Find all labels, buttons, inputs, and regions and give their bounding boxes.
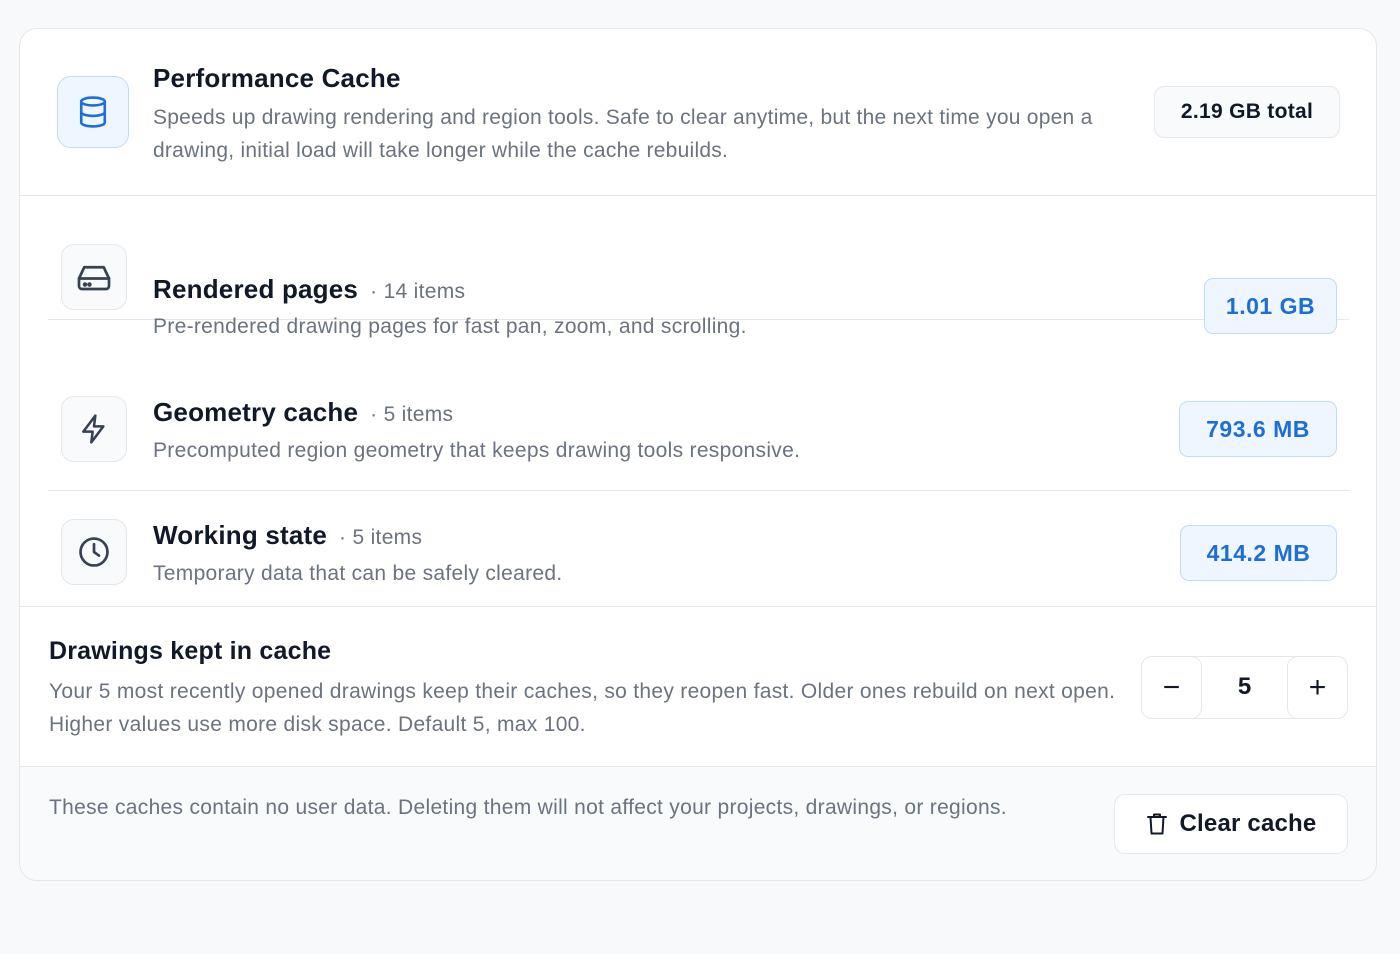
clock-icon <box>61 519 127 585</box>
cache-item-size-badge: 414.2 MB <box>1180 525 1337 581</box>
cache-item-count: · 5 items <box>339 526 423 549</box>
trash-icon <box>1146 812 1168 836</box>
clear-cache-label: Clear cache <box>1179 810 1317 837</box>
section-description: Your 5 most recently opened drawings kee… <box>49 680 1116 736</box>
total-size-badge: 2.19 GB total <box>1154 86 1340 138</box>
cache-item-description: Pre-rendered drawing pages for fast pan,… <box>153 315 747 338</box>
cache-item-size-badge: 793.6 MB <box>1179 401 1337 457</box>
database-icon <box>57 76 129 148</box>
cache-item-name: Geometry cache <box>153 397 359 427</box>
stepper-value[interactable]: 5 <box>1202 657 1287 717</box>
hard-drive-icon <box>61 244 127 310</box>
lightning-icon <box>61 396 127 462</box>
clear-cache-button[interactable]: Clear cache <box>1114 794 1348 854</box>
cache-item-rendered-pages: Rendered pages · 14 items Pre-rendered dr… <box>48 197 1349 338</box>
cache-item-count: · 5 items <box>370 403 454 426</box>
increment-button[interactable]: + <box>1287 656 1348 719</box>
cache-item-working-state: Working state · 5 items Temporary data th… <box>48 491 1349 614</box>
cache-item-count: · 14 items <box>370 280 466 303</box>
cache-item-title: Geometry cache · 5 items <box>153 397 453 428</box>
cache-item-size-badge: 1.01 GB <box>1204 278 1337 334</box>
cache-item-geometry-cache: Geometry cache · 5 items Precomputed regi… <box>48 368 1349 491</box>
footer-note: These caches contain no user data. Delet… <box>49 796 1007 819</box>
cache-item-name: Working state <box>153 520 328 550</box>
performance-cache-card: Performance Cache Speeds up drawing rend… <box>19 28 1377 881</box>
cache-item-description: Precomputed region geometry that keeps d… <box>153 439 801 462</box>
page-title: Performance Cache <box>153 63 401 93</box>
header-description: Speeds up drawing rendering and region t… <box>153 106 1093 162</box>
cache-item-title: Rendered pages · 14 items <box>153 274 465 305</box>
cache-item-name: Rendered pages <box>153 274 359 304</box>
section-title: Drawings kept in cache <box>49 637 332 665</box>
cache-footer: These caches contain no user data. Delet… <box>20 766 1376 880</box>
cache-item-description: Temporary data that can be safely cleare… <box>153 562 563 585</box>
cache-header: Performance Cache Speeds up drawing rend… <box>20 29 1376 196</box>
decrement-button[interactable]: − <box>1141 656 1202 719</box>
drawings-kept-section: Drawings kept in cache Your 5 most recen… <box>20 606 1376 766</box>
cache-item-title: Working state · 5 items <box>153 520 422 551</box>
drawings-kept-stepper: − 5 + <box>1141 656 1348 719</box>
